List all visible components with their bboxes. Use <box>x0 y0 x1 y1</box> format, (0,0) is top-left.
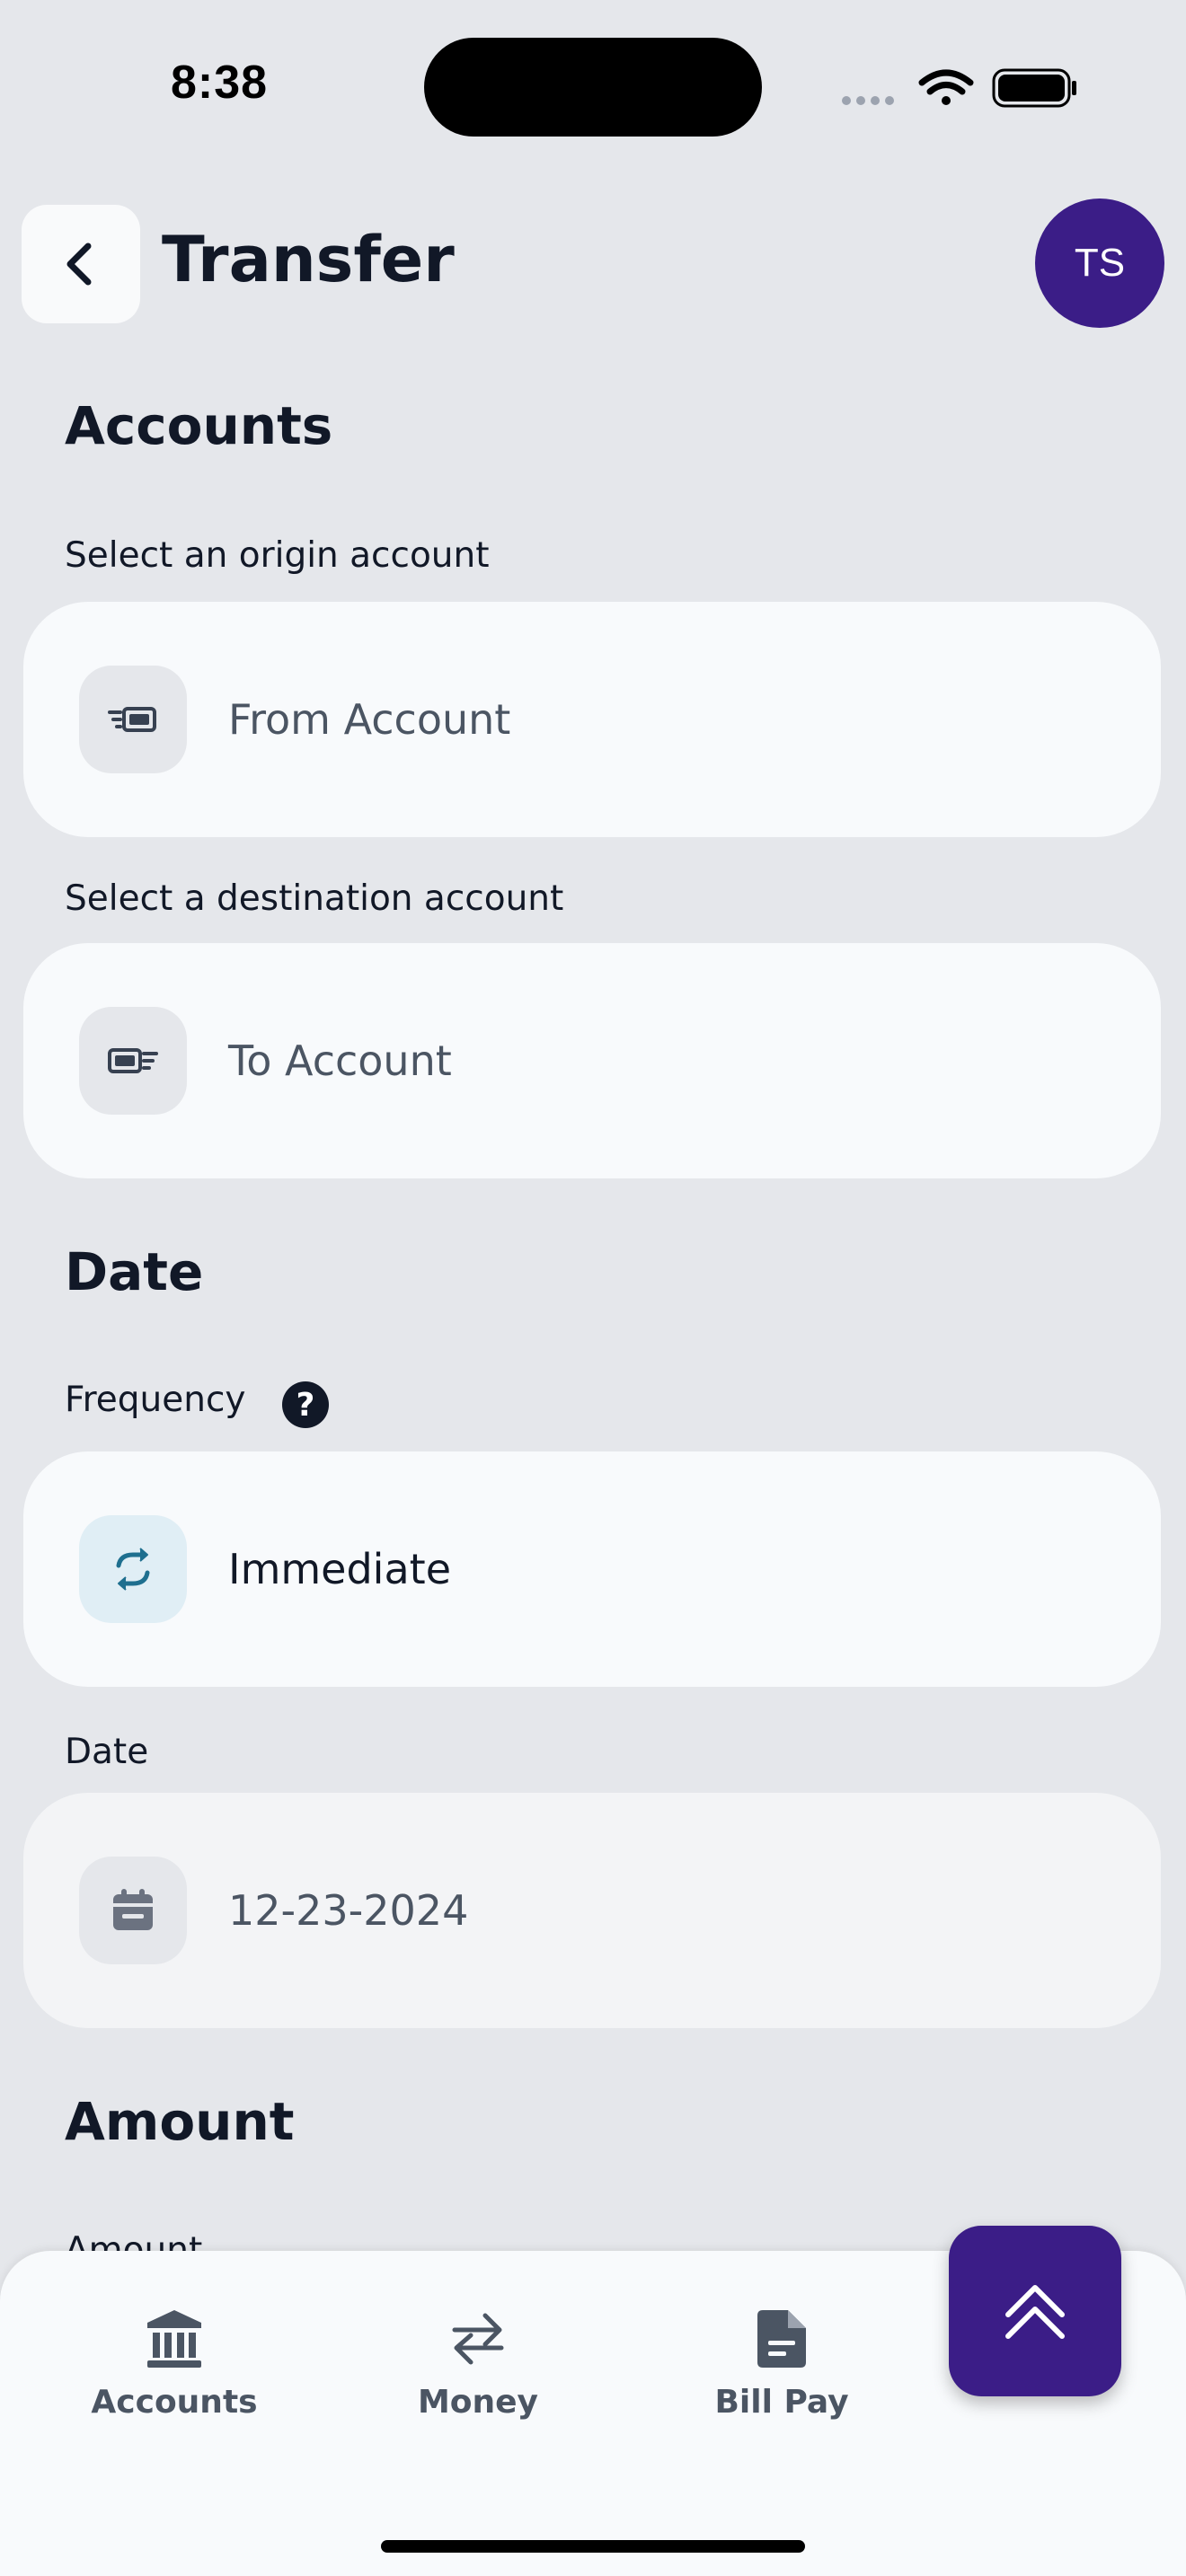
accounts-section-title: Accounts <box>65 395 333 456</box>
page-title: Transfer <box>162 223 455 296</box>
nav-label-money: Money <box>417 2384 539 2421</box>
to-account-select[interactable]: To Account <box>23 943 1161 1178</box>
amount-section-title: Amount <box>65 2091 295 2152</box>
status-icons <box>839 65 1082 111</box>
bank-icon <box>147 2310 201 2368</box>
nav-item-accounts[interactable]: Accounts <box>58 2308 291 2421</box>
date-field[interactable]: 12-23-2024 <box>23 1793 1161 2028</box>
status-time: 8:38 <box>171 57 269 109</box>
wifi-icon <box>918 69 974 105</box>
destination-account-label: Select a destination account <box>65 878 564 919</box>
chevron-left-icon <box>66 243 92 286</box>
cellular-signal-icon <box>842 96 894 105</box>
document-icon <box>757 2310 806 2368</box>
nav-label-accounts: Accounts <box>91 2384 258 2421</box>
help-icon[interactable]: ? <box>282 1381 329 1428</box>
wallet-out-icon <box>79 666 187 773</box>
frequency-label: Frequency <box>65 1380 246 1420</box>
back-button[interactable] <box>22 205 140 323</box>
nav-label-bill-pay: Bill Pay <box>714 2384 849 2421</box>
transfer-arrows-icon <box>452 2313 504 2365</box>
double-chevron-up-icon <box>1005 2285 1065 2339</box>
repeat-icon <box>79 1515 187 1623</box>
avatar[interactable]: TS <box>1035 198 1164 328</box>
from-account-select[interactable]: From Account <box>23 602 1161 837</box>
battery-icon <box>992 68 1076 108</box>
nav-item-money[interactable]: Money <box>361 2308 595 2421</box>
amount-label: Amount <box>65 2230 203 2251</box>
wallet-in-icon <box>79 1007 187 1115</box>
frequency-value: Immediate <box>228 1545 451 1593</box>
dynamic-island <box>424 38 762 137</box>
origin-account-label: Select an origin account <box>65 535 490 576</box>
date-value: 12-23-2024 <box>228 1886 469 1935</box>
scroll-to-top-button[interactable] <box>949 2226 1121 2396</box>
date-section-title: Date <box>65 1241 204 1302</box>
to-account-placeholder: To Account <box>228 1037 452 1085</box>
home-indicator <box>381 2540 805 2553</box>
calendar-icon <box>79 1857 187 1964</box>
date-label: Date <box>65 1732 149 1772</box>
frequency-select[interactable]: Immediate <box>23 1451 1161 1687</box>
nav-item-bill-pay[interactable]: Bill Pay <box>665 2308 898 2421</box>
from-account-placeholder: From Account <box>228 695 511 744</box>
